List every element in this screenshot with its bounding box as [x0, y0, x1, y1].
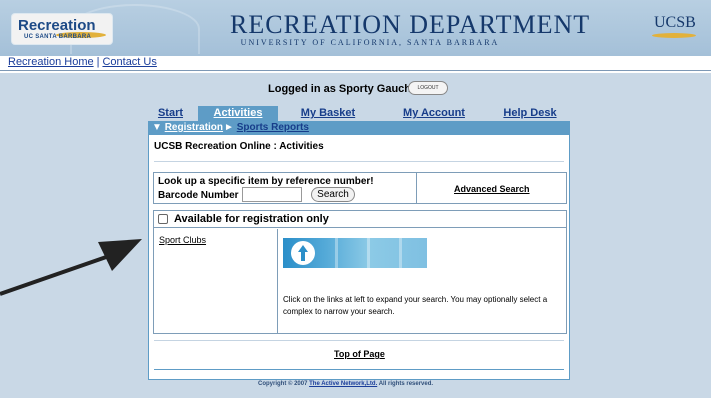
- banner-stripe: [335, 238, 338, 268]
- copyright-suffix: All rights reserved.: [378, 381, 434, 387]
- lookup-box: Look up a specific item by reference num…: [153, 172, 567, 204]
- divider: [154, 369, 564, 370]
- copyright-footer: Copyright © 2007 The Active Network,Ltd.…: [258, 381, 433, 387]
- tab-my-basket[interactable]: My Basket: [282, 106, 374, 121]
- advanced-search-link[interactable]: Advanced Search: [454, 184, 530, 194]
- barcode-input[interactable]: [242, 187, 302, 202]
- category-list: Sport Clubs: [154, 229, 278, 333]
- promo-banner-image: [283, 238, 427, 268]
- tab-start[interactable]: Start: [148, 106, 193, 121]
- banner-stripe: [367, 238, 370, 268]
- sub-nav: ▼ Registration ► Sports Reports: [148, 121, 570, 135]
- tab-help-desk[interactable]: Help Desk: [494, 106, 566, 121]
- instruction-text: Click on the links at left to expand you…: [283, 295, 548, 316]
- availability-filter-row: Available for registration only: [154, 211, 566, 228]
- top-of-page-link[interactable]: Top of Page: [334, 349, 385, 359]
- site-header: Recreation UC SANTA BARBARA RECREATION D…: [0, 0, 711, 56]
- sport-clubs-link[interactable]: Sport Clubs: [159, 235, 206, 245]
- recreation-logo-subtext: UC SANTA BARBARA: [24, 34, 92, 40]
- logout-button[interactable]: LOGOUT: [408, 81, 448, 95]
- ucsb-logo[interactable]: UCSB: [654, 14, 696, 32]
- main-tabs: Start Activities My Basket My Account He…: [148, 106, 570, 121]
- available-only-checkbox[interactable]: [158, 214, 168, 224]
- results-box: Available for registration only Sport Cl…: [153, 210, 567, 334]
- active-network-link[interactable]: The Active Network,Ltd.: [309, 381, 377, 387]
- login-status: Logged in as Sporty Gaucho: [268, 83, 418, 95]
- divider: [154, 340, 564, 341]
- subnav-sports-reports[interactable]: ► Sports Reports: [224, 122, 309, 133]
- barcode-label: Barcode Number: [158, 190, 239, 201]
- contact-us-link[interactable]: Contact Us: [102, 56, 156, 68]
- ucsb-swoosh-icon: [652, 33, 696, 38]
- activities-panel: UCSB Recreation Online : Activities Look…: [148, 135, 570, 380]
- divider: [154, 161, 564, 162]
- nav-divider: [0, 70, 711, 71]
- tab-activities[interactable]: Activities: [198, 106, 278, 121]
- recreation-home-link[interactable]: Recreation Home: [8, 56, 94, 68]
- top-nav: Recreation Home | Contact Us: [8, 56, 157, 68]
- banner-stripe: [399, 238, 402, 268]
- sports-reports-link[interactable]: Sports Reports: [237, 122, 309, 133]
- recreation-logo[interactable]: Recreation UC SANTA BARBARA: [12, 14, 112, 44]
- department-title: RECREATION DEPARTMENT: [230, 10, 591, 39]
- up-arrow-icon: [291, 241, 315, 265]
- search-button[interactable]: Search: [311, 187, 355, 202]
- available-only-label[interactable]: Available for registration only: [174, 213, 329, 225]
- department-subtitle: UNIVERSITY OF CALIFORNIA, SANTA BARBARA: [240, 38, 500, 47]
- subnav-registration[interactable]: ▼ Registration: [152, 122, 223, 133]
- copyright-prefix: Copyright © 2007: [258, 381, 308, 387]
- tab-my-account[interactable]: My Account: [384, 106, 484, 121]
- lookup-divider: [416, 173, 417, 203]
- pointer-arrow-icon: [0, 239, 142, 296]
- panel-title: UCSB Recreation Online : Activities: [154, 141, 324, 152]
- registration-link[interactable]: Registration: [165, 122, 223, 133]
- lookup-heading: Look up a specific item by reference num…: [158, 176, 374, 187]
